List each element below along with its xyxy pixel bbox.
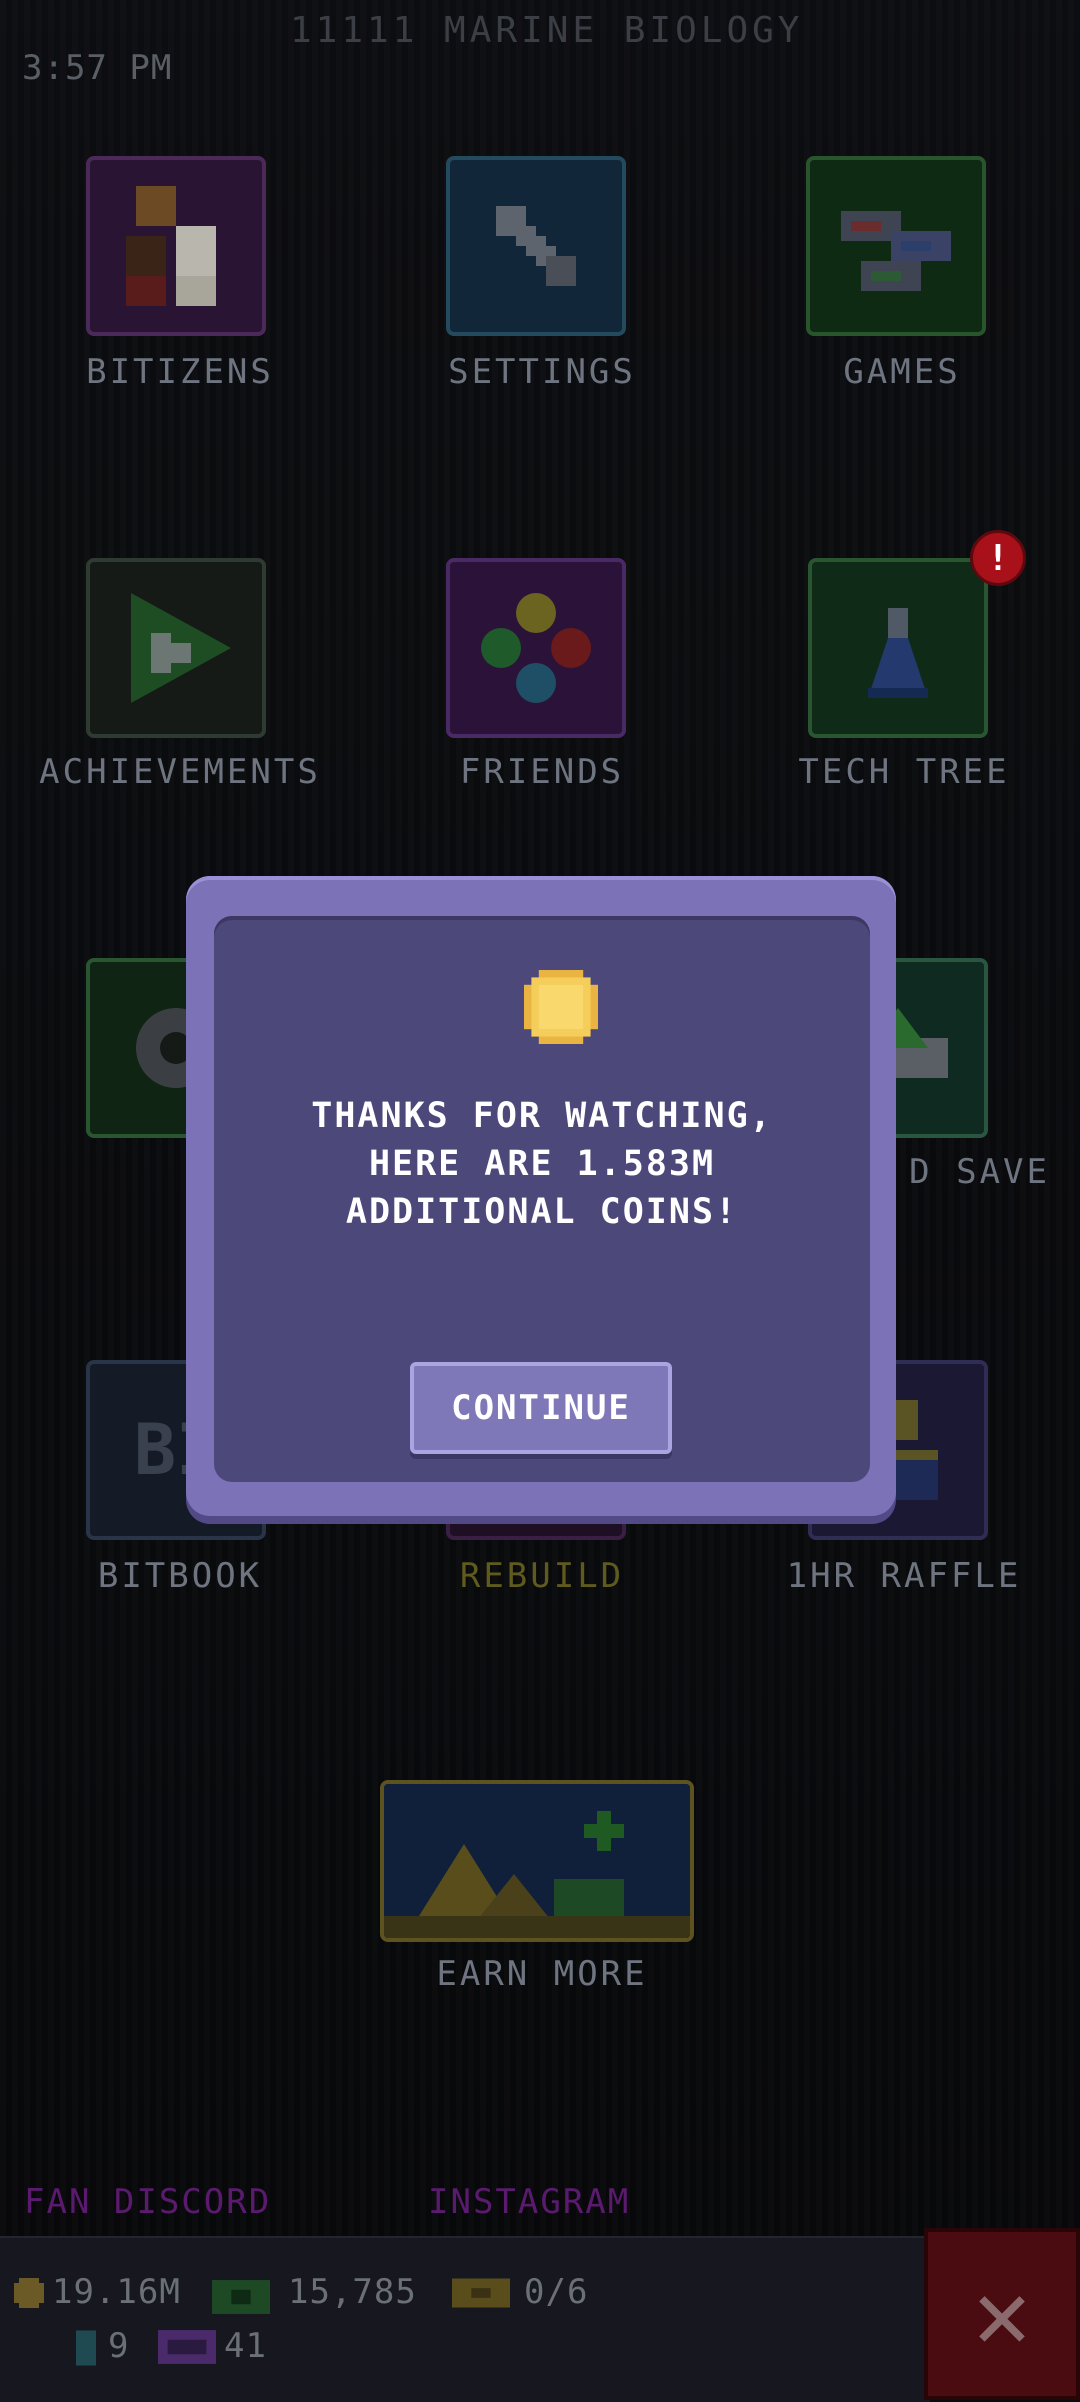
- games-button[interactable]: [806, 156, 986, 336]
- smiley-faces-icon: [450, 562, 622, 734]
- treasure-pile-icon: [384, 1784, 690, 1938]
- bitbook-label: BITBOOK: [97, 1556, 263, 1596]
- earn-more-button[interactable]: [380, 1780, 694, 1942]
- currency-bar: 19.16M 15,785 0/6 9 41: [0, 2236, 930, 2402]
- people-icon: [90, 160, 262, 332]
- notification-badge: !: [970, 530, 1026, 586]
- settings-label: SETTINGS: [448, 352, 636, 392]
- tv-value: 41: [224, 2326, 267, 2366]
- bux-value: 15,785: [288, 2272, 417, 2312]
- key-icon: [76, 2330, 96, 2366]
- game-cartridges-icon: [810, 160, 982, 332]
- earn-more-label: EARN MORE: [436, 1954, 648, 1994]
- reward-message-line3: ADDITIONAL COINS!: [345, 1192, 739, 1232]
- raffle-label: 1HR RAFFLE: [786, 1556, 1022, 1596]
- settings-button[interactable]: [446, 156, 626, 336]
- achievements-label: ACHIEVEMENTS: [39, 752, 321, 792]
- games-label: GAMES: [843, 352, 961, 392]
- reward-dialog: THANKS FOR WATCHING, HERE ARE 1.583M ADD…: [186, 876, 896, 1516]
- reward-message: THANKS FOR WATCHING, HERE ARE 1.583M ADD…: [214, 1092, 870, 1236]
- tv-icon: [158, 2330, 216, 2364]
- bitizens-label: BITIZENS: [86, 352, 274, 392]
- coin-icon: [524, 970, 598, 1044]
- coins-value: 19.16M: [52, 2272, 181, 2312]
- tech-tree-button[interactable]: [808, 558, 988, 738]
- keys-value: 9: [108, 2326, 130, 2366]
- close-icon: ✕: [973, 2258, 1031, 2370]
- continue-button[interactable]: CONTINUE: [410, 1362, 672, 1454]
- close-button[interactable]: ✕: [924, 2228, 1080, 2400]
- tickets-value: 0/6: [524, 2272, 589, 2312]
- reward-message-line1: THANKS FOR WATCHING,: [311, 1096, 773, 1136]
- play-triangle-icon: [90, 562, 262, 734]
- reward-message-line2: HERE ARE 1.583M: [368, 1144, 716, 1184]
- tech-tree-label: TECH TREE: [798, 752, 1010, 792]
- friends-label: FRIENDS: [459, 752, 625, 792]
- friends-button[interactable]: [446, 558, 626, 738]
- coin-icon: [14, 2278, 44, 2308]
- potion-flask-icon: [812, 562, 984, 734]
- status-time: 3:57 PM: [22, 48, 173, 88]
- instagram-link[interactable]: INSTAGRAM: [428, 2182, 630, 2222]
- ticket-icon: [452, 2278, 510, 2308]
- wrench-icon: [450, 160, 622, 332]
- fan-discord-link[interactable]: FAN DISCORD: [24, 2182, 271, 2222]
- reward-dialog-panel: THANKS FOR WATCHING, HERE ARE 1.583M ADD…: [214, 916, 870, 1482]
- tower-title: 11111 MARINE BIOLOGY: [290, 10, 804, 51]
- bitizens-button[interactable]: [86, 156, 266, 336]
- rebuild-label: REBUILD: [459, 1556, 625, 1596]
- achievements-button[interactable]: [86, 558, 266, 738]
- bux-icon: [212, 2280, 270, 2314]
